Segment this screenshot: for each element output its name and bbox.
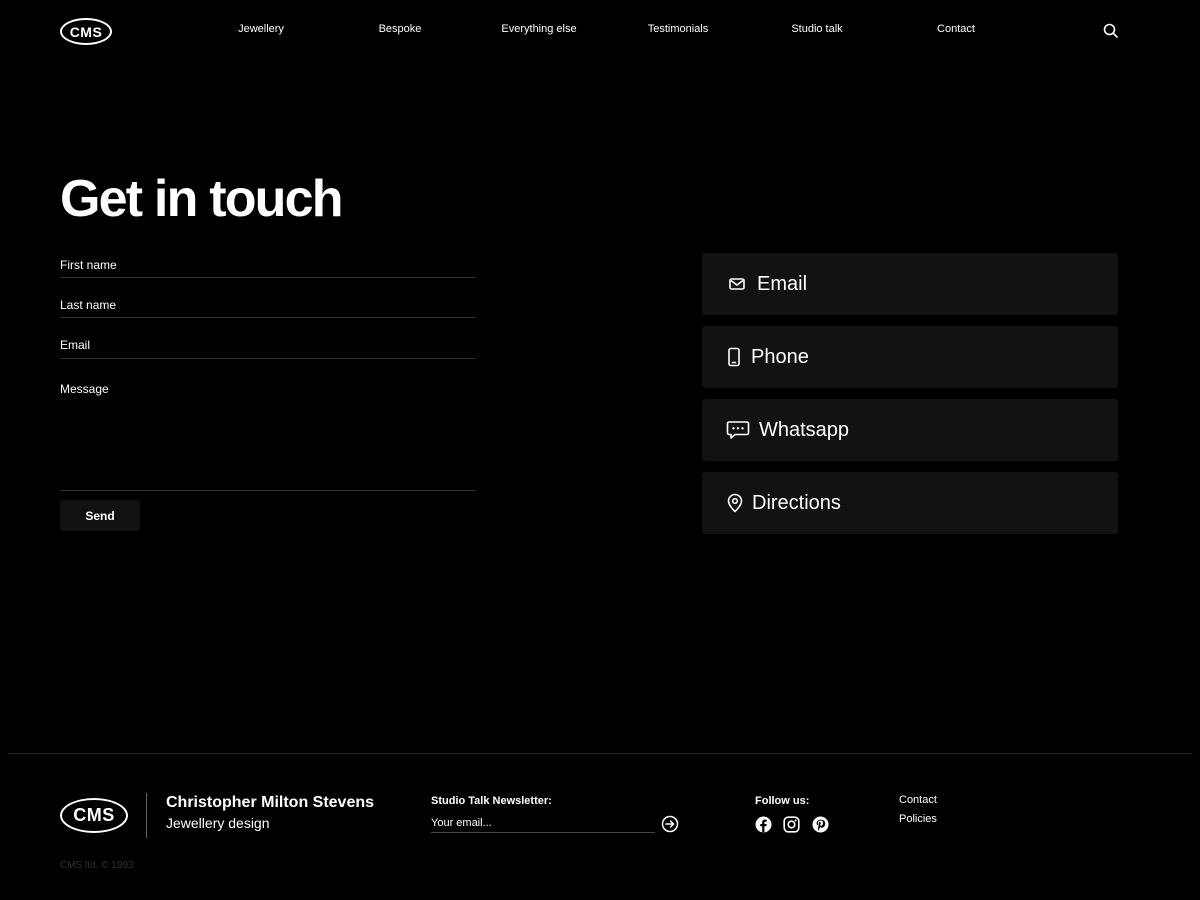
follow-us-title: Follow us: [755,795,810,807]
email-input[interactable] [60,338,476,358]
location-pin-icon [726,492,744,514]
contact-directions-button[interactable]: Directions [702,472,1118,534]
last-name-input[interactable] [60,298,476,317]
contact-phone-label: Phone [751,345,809,368]
newsletter-email-input[interactable] [431,814,655,833]
chat-icon [726,419,750,441]
contact-email-button[interactable]: Email [702,253,1118,315]
contact-email-label: Email [757,272,808,295]
newsletter-submit-button[interactable] [661,815,679,833]
footer-logo[interactable]: CMS [60,798,128,833]
contact-directions-label: Directions [752,491,841,514]
footer-link-policies[interactable]: Policies [899,813,937,825]
nav-jewellery[interactable]: Jewellery [238,23,284,35]
facebook-icon [755,816,772,833]
mail-icon [726,273,748,295]
instagram-icon [783,816,800,833]
send-button[interactable]: Send [60,500,140,531]
footer-vertical-divider [146,793,147,838]
instagram-link[interactable] [783,816,800,833]
footer-divider [9,753,1191,754]
page-title: Get in touch [60,170,344,228]
first-name-field[interactable]: First name [60,258,476,278]
copyright: CMS ltd. © 1993 [60,860,134,871]
pinterest-icon [812,816,829,833]
nav-studio-talk[interactable]: Studio talk [791,23,842,35]
first-name-input[interactable] [60,258,476,277]
contact-whatsapp-label: Whatsapp [759,418,850,441]
brand-name: Christopher Milton Stevens [166,794,375,811]
email-field[interactable]: Email [60,338,476,359]
arrow-right-circle-icon [661,815,679,833]
message-input[interactable] [60,382,476,490]
nav-contact[interactable]: Contact [937,23,975,35]
search-button[interactable] [1102,22,1120,40]
newsletter-title: Studio Talk Newsletter: [431,795,552,807]
facebook-link[interactable] [755,816,772,833]
nav-testimonials[interactable]: Testimonials [648,23,709,35]
pinterest-link[interactable] [812,816,829,833]
message-field[interactable]: Message [60,382,476,491]
search-icon [1103,23,1118,38]
nav-bespoke[interactable]: Bespoke [379,23,422,35]
nav-everything-else[interactable]: Everything else [501,23,576,35]
last-name-field[interactable]: Last name [60,298,476,318]
contact-whatsapp-button[interactable]: Whatsapp [702,399,1118,461]
contact-phone-button[interactable]: Phone [702,326,1118,388]
brand-tagline: Jewellery design [166,815,270,831]
header-logo[interactable]: CMS [60,18,112,45]
phone-icon [726,346,742,368]
footer-link-contact[interactable]: Contact [899,794,937,806]
